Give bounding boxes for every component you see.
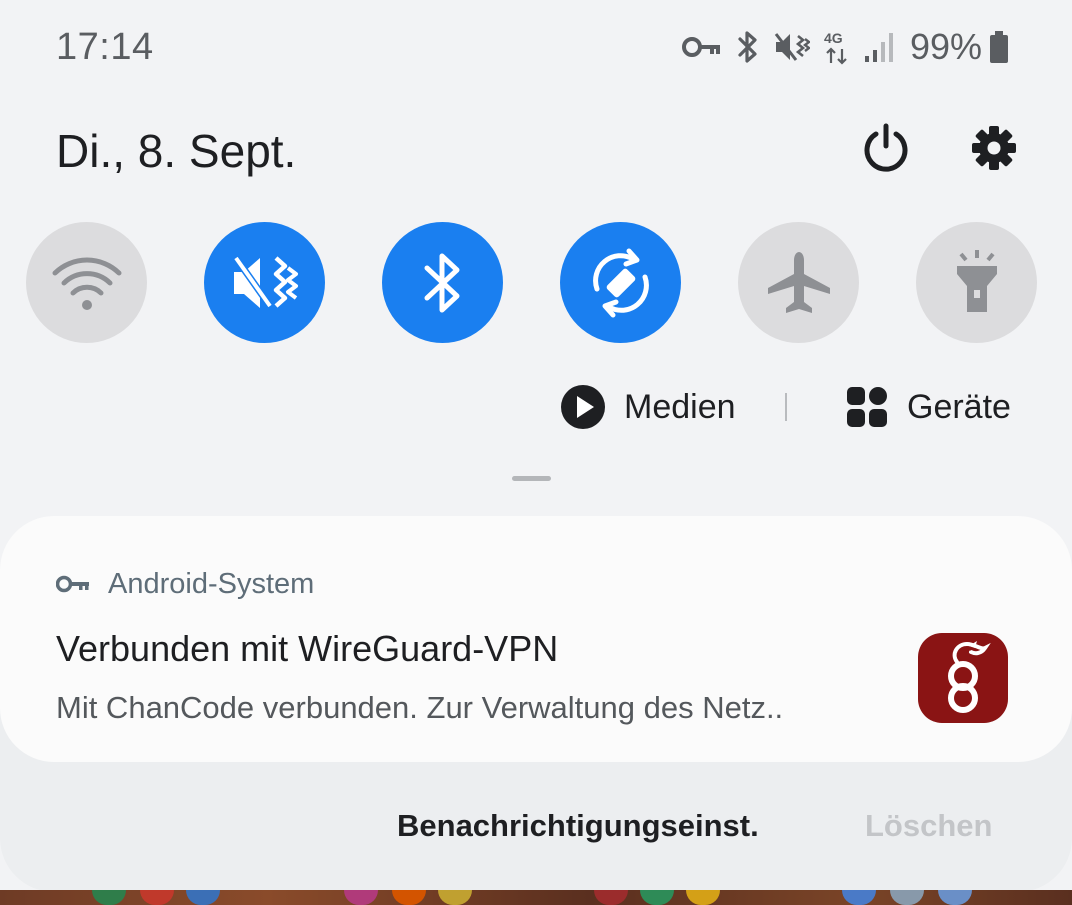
media-button[interactable]: Medien [560,384,736,430]
bluetooth-icon [736,30,760,64]
qs-bluetooth-toggle[interactable] [382,222,503,343]
clear-button[interactable]: Löschen [865,808,992,844]
quick-settings-row [0,222,1072,344]
notification-app-row: Android-System [56,566,314,602]
homescreen-app-icon [92,890,126,905]
status-time: 17:14 [56,26,154,68]
play-icon [561,385,605,429]
divider [785,393,787,421]
homescreen-app-icon [686,890,720,905]
notification-title: Verbunden mit WireGuard-VPN [56,628,559,669]
homescreen-app-icon [392,890,426,905]
media-devices-row: Medien Geräte [0,378,1072,434]
gear-icon [972,126,1016,170]
header-row: Di., 8. Sept. [0,108,1072,188]
homescreen-app-icon [186,890,220,905]
qs-wifi-toggle[interactable] [26,222,147,343]
homescreen-app-icon [842,890,876,905]
qs-auto-rotate-toggle[interactable] [560,222,681,343]
homescreen-app-icon [594,890,628,905]
airplane-icon [767,251,830,313]
rotate-icon [592,248,649,317]
homescreen-app-icon [640,890,674,905]
status-icons: 4G 99% [681,24,1010,70]
notification-app-name: Android-System [108,567,315,600]
media-label: Medien [624,387,736,426]
wireguard-logo [918,633,1008,723]
qs-sound-toggle[interactable] [204,222,325,343]
svg-text:4G: 4G [824,30,843,46]
signal-icon [864,30,894,64]
devices-label: Geräte [907,387,1011,426]
homescreen-app-icon [344,890,378,905]
vibrate-mute-icon [232,255,298,308]
devices-grid-icon [847,387,887,427]
key-icon [56,575,89,593]
power-button[interactable] [858,120,914,176]
homescreen-app-icon [140,890,174,905]
vpn-key-icon [681,35,722,59]
wifi-icon [52,257,121,310]
notification-body: Mit ChanCode verbunden. Zur Verwaltung d… [56,690,784,725]
homescreen-background [0,890,1072,905]
bluetooth-icon [424,253,459,312]
panel-drag-handle[interactable] [512,476,551,481]
date-label: Di., 8. Sept. [56,125,297,177]
flashlight-icon [956,249,997,312]
4g-data-icon: 4G [824,29,850,65]
status-bar: 17:14 4G 99% [0,0,1072,96]
battery-icon [988,30,1010,64]
devices-button[interactable]: Geräte [845,384,1011,430]
qs-airplane-toggle[interactable] [738,222,859,343]
homescreen-app-icon [890,890,924,905]
homescreen-app-icon [438,890,472,905]
notification-settings-button[interactable]: Benachrichtigungseinst. [397,808,759,844]
power-icon [864,123,908,172]
qs-flashlight-toggle[interactable] [916,222,1037,343]
battery-percent: 99% [909,26,982,67]
settings-button[interactable] [966,120,1022,176]
homescreen-app-icon [938,890,972,905]
wireguard-dragon-icon [948,641,991,713]
vibrate-mute-icon [774,30,810,64]
